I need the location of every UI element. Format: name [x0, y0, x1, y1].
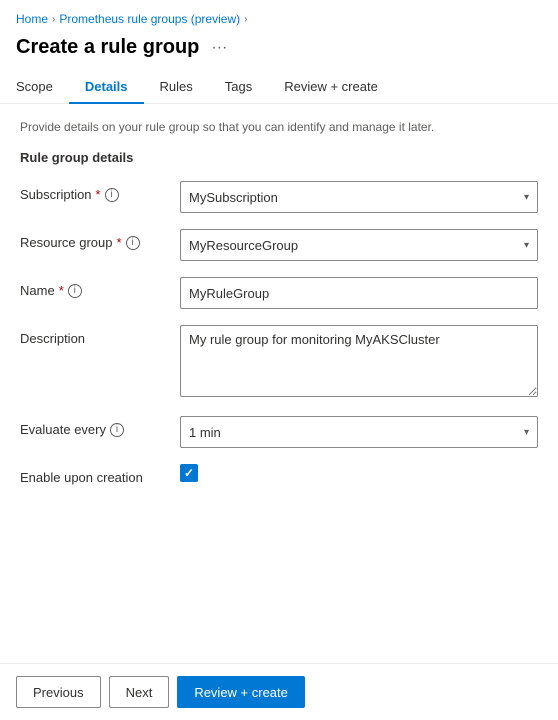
resource-group-required: *	[117, 235, 122, 250]
breadcrumb-sep2: ›	[244, 14, 247, 25]
name-input[interactable]	[180, 277, 538, 309]
footer: Previous Next Review + create	[0, 663, 558, 720]
breadcrumb: Home › Prometheus rule groups (preview) …	[0, 0, 558, 32]
resource-group-row: Resource group * i MyResourceGroup ▾	[20, 229, 538, 261]
review-create-button[interactable]: Review + create	[177, 676, 305, 708]
subscription-control: MySubscription ▾	[180, 181, 538, 213]
evaluate-every-row: Evaluate every i 1 min ▾	[20, 416, 538, 448]
tabs-nav: Scope Details Rules Tags Review + create	[0, 71, 558, 104]
resource-group-label: Resource group * i	[20, 229, 180, 250]
resource-group-control: MyResourceGroup ▾	[180, 229, 538, 261]
evaluate-every-label: Evaluate every i	[20, 416, 180, 437]
breadcrumb-home[interactable]: Home	[16, 12, 48, 26]
resource-group-info-icon[interactable]: i	[126, 236, 140, 250]
subscription-label: Subscription * i	[20, 181, 180, 202]
tab-rules[interactable]: Rules	[144, 71, 209, 104]
page-title: Create a rule group	[16, 36, 199, 59]
tab-tags[interactable]: Tags	[209, 71, 268, 104]
description-control	[180, 325, 538, 400]
content-area: Provide details on your rule group so th…	[0, 104, 558, 517]
more-options-button[interactable]: ···	[207, 37, 231, 59]
enable-creation-checkbox[interactable]	[180, 464, 198, 482]
subscription-required: *	[96, 187, 101, 202]
evaluate-every-chevron: ▾	[524, 427, 529, 438]
name-info-icon[interactable]: i	[68, 284, 82, 298]
description-row: Description	[20, 325, 538, 400]
section-title: Rule group details	[20, 150, 538, 165]
name-control	[180, 277, 538, 309]
name-row: Name * i	[20, 277, 538, 309]
name-required: *	[59, 283, 64, 298]
enable-creation-checkbox-wrapper	[180, 464, 538, 482]
evaluate-every-value: 1 min	[189, 425, 221, 440]
subscription-row: Subscription * i MySubscription ▾	[20, 181, 538, 213]
previous-button[interactable]: Previous	[16, 676, 101, 708]
resource-group-chevron: ▾	[524, 240, 529, 251]
tab-details[interactable]: Details	[69, 71, 144, 104]
next-button[interactable]: Next	[109, 676, 170, 708]
tab-scope[interactable]: Scope	[16, 71, 69, 104]
enable-creation-control	[180, 464, 538, 482]
resource-group-dropdown[interactable]: MyResourceGroup ▾	[180, 229, 538, 261]
breadcrumb-sep1: ›	[52, 14, 55, 25]
info-text: Provide details on your rule group so th…	[20, 120, 538, 134]
name-label: Name * i	[20, 277, 180, 298]
description-label: Description	[20, 325, 180, 346]
subscription-chevron: ▾	[524, 192, 529, 203]
evaluate-every-info-icon[interactable]: i	[110, 423, 124, 437]
description-input[interactable]	[180, 325, 538, 397]
evaluate-every-dropdown[interactable]: 1 min ▾	[180, 416, 538, 448]
breadcrumb-parent[interactable]: Prometheus rule groups (preview)	[59, 12, 240, 26]
enable-creation-label: Enable upon creation	[20, 464, 180, 485]
subscription-dropdown[interactable]: MySubscription ▾	[180, 181, 538, 213]
evaluate-every-control: 1 min ▾	[180, 416, 538, 448]
resource-group-value: MyResourceGroup	[189, 238, 298, 253]
subscription-info-icon[interactable]: i	[105, 188, 119, 202]
tab-review[interactable]: Review + create	[268, 71, 394, 104]
page-header: Create a rule group ···	[0, 32, 558, 71]
subscription-value: MySubscription	[189, 190, 278, 205]
enable-creation-row: Enable upon creation	[20, 464, 538, 485]
